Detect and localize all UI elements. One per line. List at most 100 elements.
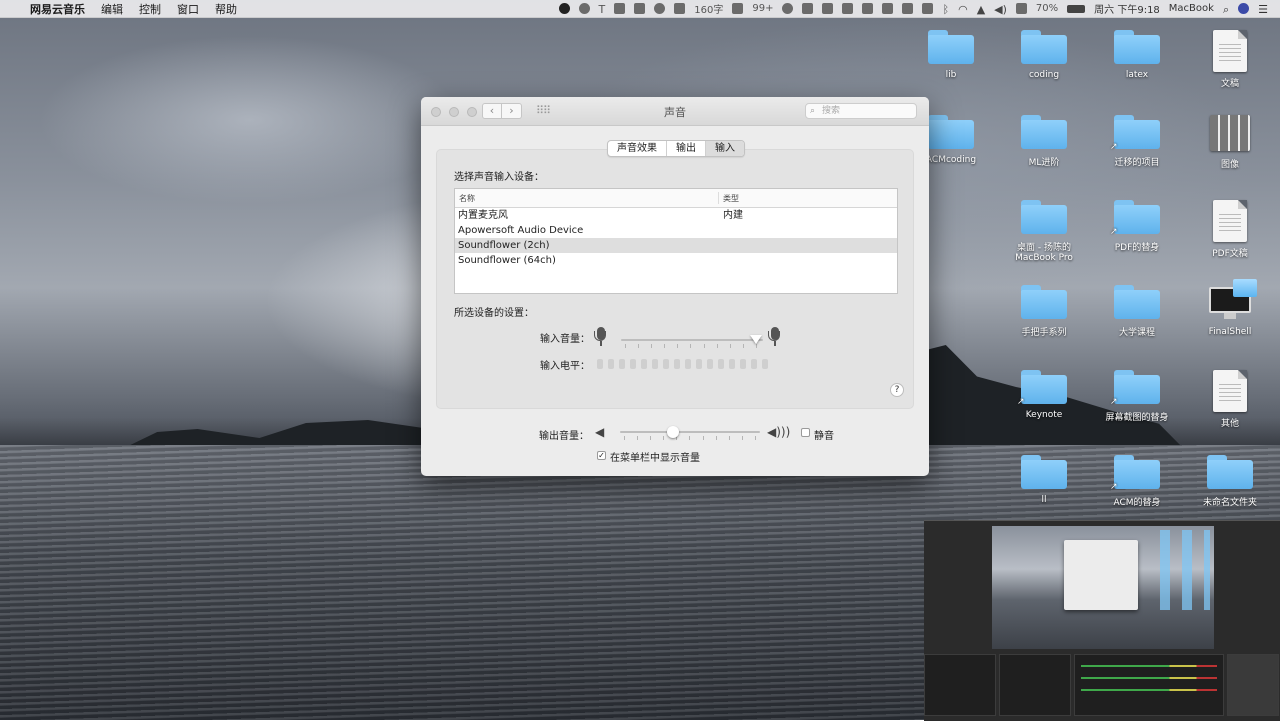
tab-sound-effects[interactable]: 声音效果 [608,141,666,156]
table-row[interactable]: 内置麦克风 内建 [455,208,897,223]
magnifier-app-icon[interactable] [654,3,666,14]
audio-mixer-dock[interactable] [1074,654,1224,716]
alias-arrow-icon: ↗ [1110,397,1118,407]
desktop-icon[interactable]: ML进阶 [1004,115,1084,168]
menubar-machine-name[interactable]: MacBook [1169,3,1214,14]
desktop-icon[interactable]: ↗ 迁移的项目 [1097,115,1177,168]
sound-preferences-window: ‹ › ⠿⠿ 声音 ⌕ 搜索 选择声音输入设备： 名称 类型 内置麦克风 内建 … [421,97,929,476]
qq-icon[interactable] [902,3,914,14]
tab-output[interactable]: 输出 [666,141,705,156]
box-icon[interactable] [922,3,934,14]
notification-badge[interactable]: 99+ [752,3,773,14]
message-icon[interactable] [862,3,874,14]
column-header-type[interactable]: 类型 [723,193,739,204]
clipboard-icon[interactable] [802,3,814,14]
folder-icon [1021,30,1067,64]
device-name: Apowersoft Audio Device [458,225,584,236]
airplay-icon[interactable]: ▲ [977,3,985,16]
spotlight-icon[interactable]: ⌕ [1223,3,1229,16]
document-icon [1213,200,1247,242]
battery-percent[interactable]: 70% [1036,3,1058,14]
document-icon [1213,370,1247,412]
desktop-icon[interactable]: 图像 [1190,115,1270,170]
image-capture-icon[interactable] [882,3,894,14]
folder-icon: ↗ [1110,370,1160,407]
desktop-icon[interactable]: ll [1004,455,1084,505]
show-volume-in-menubar-checkbox[interactable]: ✓ [597,451,606,460]
desktop-icon[interactable]: ↗ 屏幕截图的替身 [1097,370,1177,423]
send-icon[interactable] [634,3,646,14]
desktop-icon[interactable]: latex [1097,30,1177,80]
mute-label[interactable]: 静音 [814,427,834,442]
input-volume-slider-thumb[interactable] [749,335,762,344]
table-row[interactable]: Apowersoft Audio Device [455,223,897,238]
folder-icon: ↗ [1110,455,1160,492]
wifi-icon[interactable]: ◠ [958,3,968,16]
siri-icon[interactable] [1238,3,1250,14]
output-volume-ticks [624,436,756,441]
input-level-meter [597,359,768,369]
desktop-icon[interactable]: 大学课程 [1097,285,1177,338]
table-row[interactable]: Soundflower (64ch) [455,253,897,268]
desktop-icon[interactable]: 其他 [1190,370,1270,429]
menu-edit[interactable]: 编辑 [101,1,123,17]
audio-meter [1081,677,1217,679]
input-device-table: 名称 类型 内置麦克风 内建 Apowersoft Audio Device S… [454,188,898,294]
desktop-icon[interactable]: lib [911,30,991,80]
desktop-icon[interactable]: ↗ Keynote [1004,370,1084,420]
text-tool-icon[interactable]: T [599,3,606,16]
tab-input[interactable]: 输入 [705,141,744,156]
battery-icon[interactable] [1067,4,1086,13]
column-divider[interactable] [718,192,719,204]
s-app-icon[interactable] [1015,3,1027,14]
folder-icon: ↗ [1017,370,1067,407]
screen-recorder-window[interactable] [924,520,1280,721]
menu-window[interactable]: 窗口 [177,1,199,17]
search-input[interactable]: ⌕ 搜索 [805,103,917,119]
notification-center-icon[interactable]: ☰ [1258,3,1268,16]
window-titlebar[interactable]: ‹ › ⠿⠿ 声音 ⌕ 搜索 [421,97,929,126]
cloud-icon[interactable] [822,3,834,14]
desktop-icon[interactable]: 未命名文件夹 [1190,455,1270,508]
scenes-dock[interactable] [924,654,996,716]
desktop-icon[interactable]: 桌面 - 扬陈的 MacBook Pro [1004,200,1084,263]
folder-sync-icon[interactable] [842,3,854,14]
sources-dock[interactable] [999,654,1071,716]
compass-icon[interactable] [782,3,794,14]
desktop-icon[interactable]: FinalShell [1190,279,1270,337]
mute-checkbox[interactable] [801,428,810,437]
column-header-name[interactable]: 名称 [459,193,475,204]
menu-help[interactable]: 帮助 [215,1,237,17]
wechat-icon[interactable] [732,3,744,14]
desktop-icon[interactable]: 文稿 [1190,30,1270,89]
desktop-icon[interactable]: 手把手系列 [1004,285,1084,338]
table-row-selected[interactable]: Soundflower (2ch) [455,238,897,253]
folder-icon [1021,455,1067,489]
desktop-icon[interactable]: PDF文稿 [1190,200,1270,259]
menubar-clock[interactable]: 周六 下午9:18 [1094,1,1160,16]
help-button[interactable]: ? [890,383,904,397]
desktop-icon-label: ll [1041,495,1047,505]
p-app-icon[interactable] [578,3,590,14]
chat-icon[interactable] [674,3,686,14]
desktop-icon[interactable]: ↗ PDF的替身 [1097,200,1177,253]
folder-icon [1021,115,1067,149]
search-placeholder: 搜索 [822,106,841,116]
word-count[interactable]: 160字 [694,1,723,16]
hand-icon[interactable] [614,3,626,14]
menubar-app-name[interactable]: 网易云音乐 [30,1,85,17]
desktop-icon-label: ML进阶 [1028,158,1060,168]
github-icon[interactable] [558,3,570,14]
output-volume-track[interactable] [620,431,760,433]
menu-control[interactable]: 控制 [139,1,161,17]
bluetooth-icon[interactable]: ᛒ [942,3,949,16]
alias-arrow-icon: ↗ [1017,397,1025,407]
desktop-icon[interactable]: coding [1004,30,1084,80]
input-volume-track[interactable] [621,339,763,341]
recording-preview[interactable] [992,526,1214,649]
device-name: Soundflower (2ch) [458,240,550,251]
volume-icon[interactable]: ◀) [994,3,1007,16]
show-volume-in-menubar-label[interactable]: 在菜单栏中显示音量 [610,449,700,464]
desktop-icon[interactable]: ↗ ACM的替身 [1097,455,1177,508]
controls-dock[interactable] [1227,654,1279,716]
